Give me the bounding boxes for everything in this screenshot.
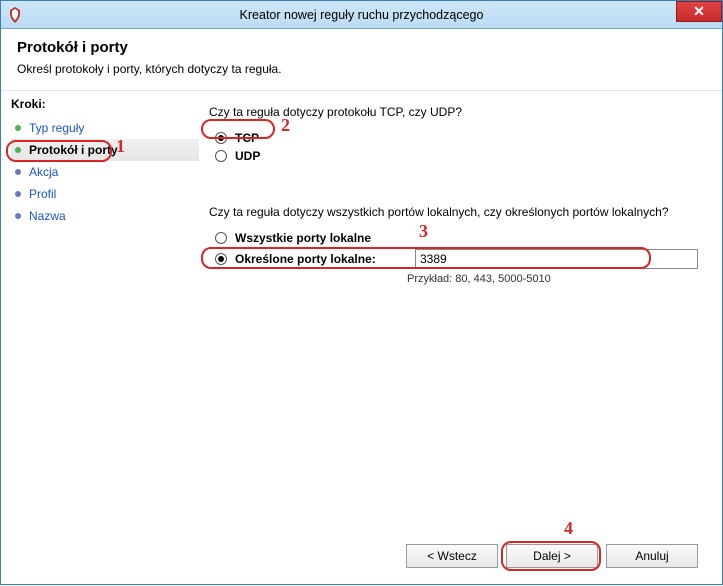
- step-label: Protokół i porty: [29, 143, 118, 157]
- steps-label: Kroki:: [11, 97, 199, 111]
- bullet-icon: [15, 213, 21, 219]
- back-button[interactable]: < Wstecz: [406, 544, 498, 568]
- wizard-buttons: < Wstecz Dalej > Anuluj: [406, 544, 698, 568]
- step-label: Akcja: [29, 165, 58, 179]
- wizard-main: Czy ta reguła dotyczy protokołu TCP, czy…: [199, 91, 722, 586]
- step-name[interactable]: Nazwa: [11, 205, 199, 227]
- radio-udp[interactable]: UDP: [215, 149, 698, 163]
- wizard-header: Protokół i porty Określ protokoły i port…: [1, 29, 722, 91]
- radio-icon: [215, 150, 227, 162]
- radio-icon[interactable]: [215, 253, 227, 265]
- radio-all-ports[interactable]: Wszystkie porty lokalne: [215, 231, 698, 245]
- radio-label: TCP: [235, 131, 259, 145]
- radio-tcp[interactable]: TCP: [215, 131, 698, 145]
- radio-icon: [215, 232, 227, 244]
- radio-label[interactable]: Określone porty lokalne:: [235, 252, 407, 266]
- radio-icon: [215, 132, 227, 144]
- next-button[interactable]: Dalej >: [506, 544, 598, 568]
- page-subtitle: Określ protokoły i porty, których dotycz…: [17, 62, 706, 76]
- page-title: Protokół i porty: [17, 39, 706, 56]
- step-label: Profil: [29, 187, 56, 201]
- steps-sidebar: Kroki: Typ reguły Protokół i porty Akcja…: [1, 91, 199, 586]
- bullet-icon: [15, 125, 21, 131]
- titlebar: Kreator nowej reguły ruchu przychodząceg…: [1, 1, 722, 29]
- app-icon: [7, 7, 23, 23]
- radio-label: UDP: [235, 149, 260, 163]
- cancel-button[interactable]: Anuluj: [606, 544, 698, 568]
- step-label: Typ reguły: [29, 121, 84, 135]
- radio-label: Wszystkie porty lokalne: [235, 231, 371, 245]
- bullet-icon: [15, 191, 21, 197]
- bullet-icon: [15, 169, 21, 175]
- window-title: Kreator nowej reguły ruchu przychodząceg…: [1, 8, 722, 22]
- bullet-icon: [15, 147, 21, 153]
- port-input[interactable]: [415, 249, 698, 269]
- radio-specific-ports-row: Określone porty lokalne:: [215, 249, 698, 269]
- step-label: Nazwa: [29, 209, 66, 223]
- question-protocol: Czy ta reguła dotyczy protokołu TCP, czy…: [209, 105, 698, 119]
- step-protocol-ports[interactable]: Protokół i porty: [11, 139, 199, 161]
- question-ports: Czy ta reguła dotyczy wszystkich portów …: [209, 205, 698, 219]
- step-rule-type[interactable]: Typ reguły: [11, 117, 199, 139]
- port-hint: Przykład: 80, 443, 5000-5010: [407, 273, 698, 285]
- close-button[interactable]: ✕: [676, 1, 722, 22]
- step-profile[interactable]: Profil: [11, 183, 199, 205]
- step-action[interactable]: Akcja: [11, 161, 199, 183]
